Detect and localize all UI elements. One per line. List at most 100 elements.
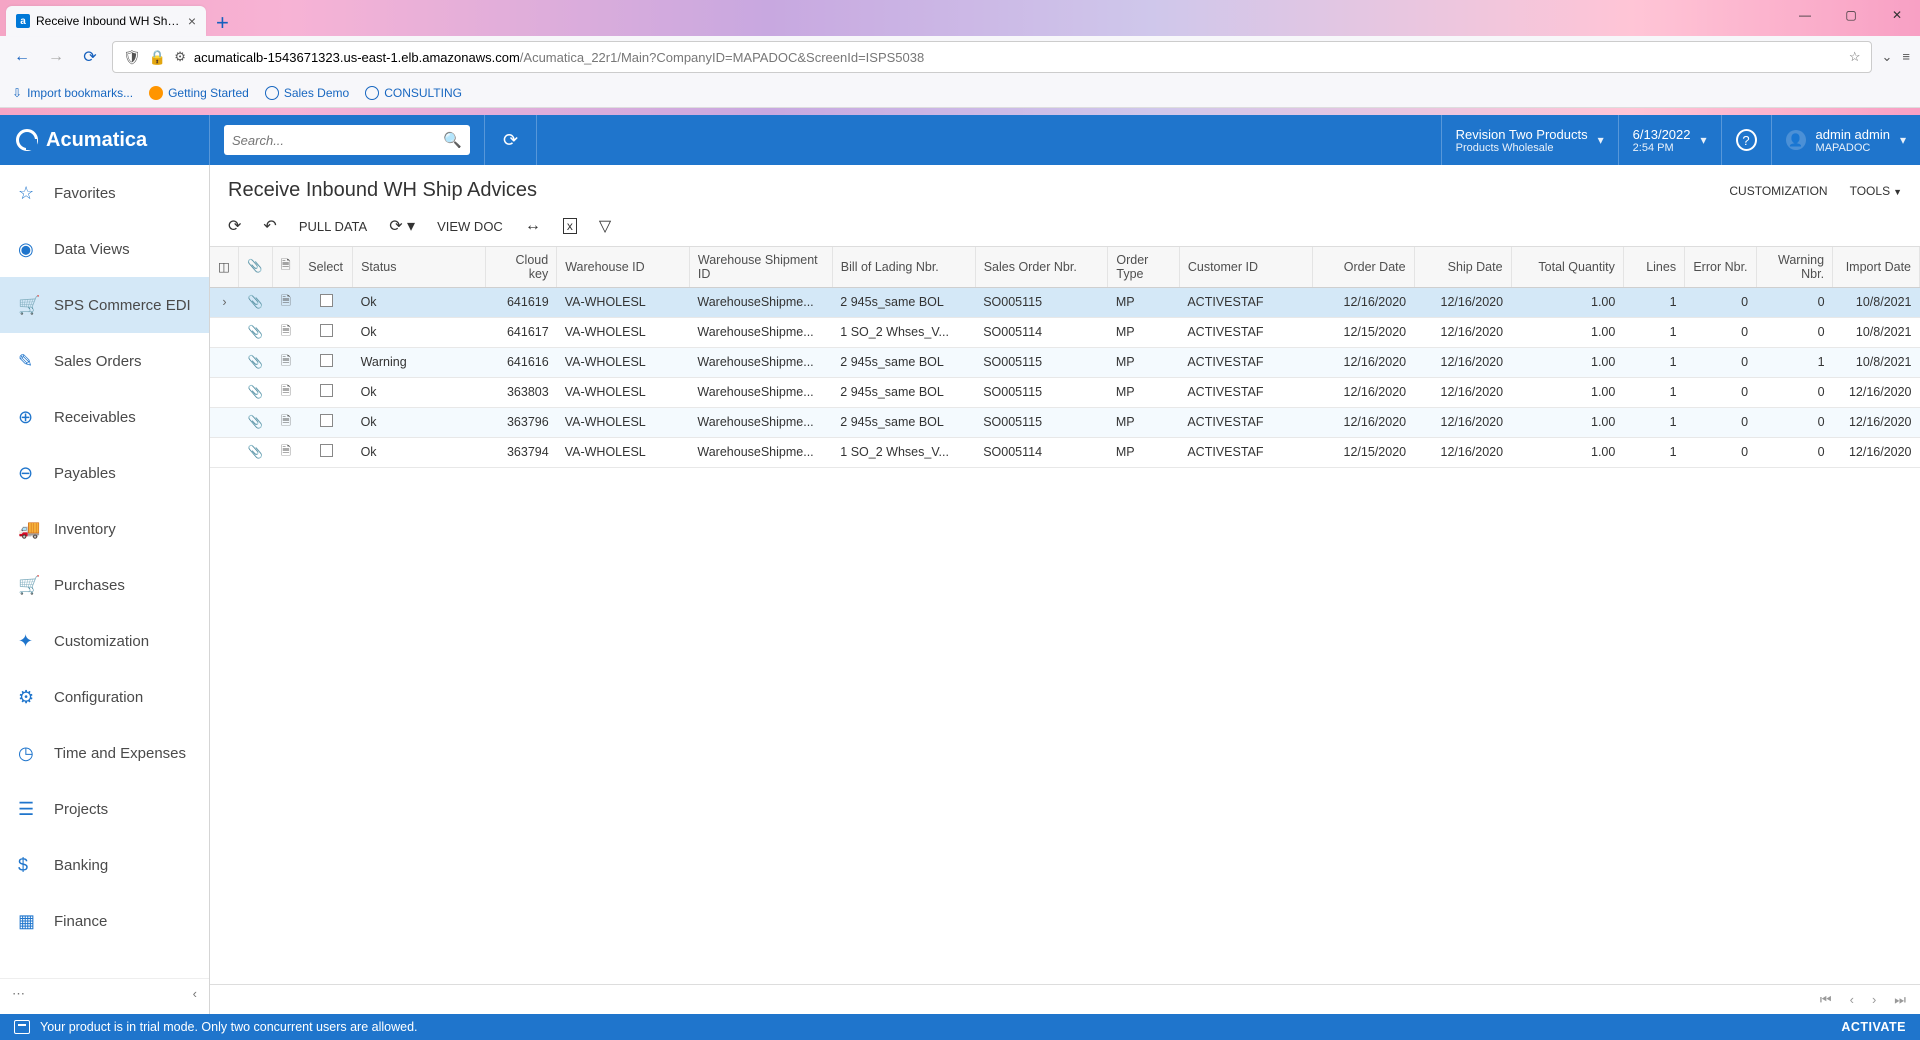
- tools-menu[interactable]: TOOLS▼: [1850, 184, 1902, 198]
- col-ship-date[interactable]: Ship Date: [1414, 247, 1511, 287]
- maximize-button[interactable]: ▢: [1828, 0, 1874, 30]
- sidebar-item-banking[interactable]: $Banking: [0, 837, 209, 893]
- sidebar-item-customization[interactable]: ✦Customization: [0, 613, 209, 669]
- activate-button[interactable]: ACTIVATE: [1841, 1020, 1906, 1034]
- row-indicator[interactable]: [210, 377, 239, 407]
- sidebar-item-time-and-expenses[interactable]: ◷Time and Expenses: [0, 725, 209, 781]
- col-customer[interactable]: Customer ID: [1179, 247, 1312, 287]
- new-tab-button[interactable]: +: [206, 10, 239, 36]
- pocket-icon[interactable]: ⌄: [1882, 49, 1893, 65]
- checkbox[interactable]: [320, 354, 333, 367]
- col-warning-nbr[interactable]: Warning Nbr.: [1756, 247, 1833, 287]
- attachment-cell[interactable]: 📎: [239, 347, 272, 377]
- attachment-cell[interactable]: 📎: [239, 317, 272, 347]
- checkbox[interactable]: [320, 324, 333, 337]
- checkbox[interactable]: [320, 444, 333, 457]
- select-cell[interactable]: [300, 407, 353, 437]
- select-cell[interactable]: [300, 377, 353, 407]
- business-date[interactable]: 6/13/2022 2:54 PM ▾: [1618, 115, 1721, 165]
- back-button[interactable]: ←: [10, 48, 34, 66]
- table-row[interactable]: 📎🗎Ok641617VA-WHOLESLWarehouseShipme...1 …: [210, 317, 1920, 347]
- bookmark-getting-started[interactable]: Getting Started: [149, 86, 249, 100]
- checkbox[interactable]: [320, 384, 333, 397]
- import-bookmarks-button[interactable]: ⇩Import bookmarks...: [12, 86, 133, 100]
- col-warehouse-id[interactable]: Warehouse ID: [557, 247, 690, 287]
- col-order-date[interactable]: Order Date: [1312, 247, 1414, 287]
- note-cell[interactable]: 🗎: [272, 437, 300, 467]
- col-wh-ship-id[interactable]: Warehouse Shipment ID: [689, 247, 832, 287]
- select-cell[interactable]: [300, 317, 353, 347]
- sidebar-item-payables[interactable]: ⊖Payables: [0, 445, 209, 501]
- sidebar-item-configuration[interactable]: ⚙Configuration: [0, 669, 209, 725]
- browser-tab[interactable]: a Receive Inbound WH Ship Advi ×: [6, 6, 206, 36]
- attachment-header[interactable]: 📎: [239, 247, 272, 287]
- col-status[interactable]: Status: [353, 247, 486, 287]
- sidebar-item-projects[interactable]: ☰Projects: [0, 781, 209, 837]
- bookmark-sales-demo[interactable]: Sales Demo: [265, 86, 349, 100]
- row-indicator[interactable]: [210, 407, 239, 437]
- bookmark-consulting[interactable]: CONSULTING: [365, 86, 462, 100]
- bookmark-star-icon[interactable]: ☆: [1849, 49, 1861, 65]
- forward-button[interactable]: →: [44, 48, 68, 66]
- row-indicator[interactable]: [210, 317, 239, 347]
- note-cell[interactable]: 🗎: [272, 407, 300, 437]
- undo-button[interactable]: ↶: [263, 216, 276, 236]
- sidebar-item-sps-commerce-edi[interactable]: 🛒SPS Commerce EDI: [0, 277, 209, 333]
- refresh-button[interactable]: ⟳: [228, 216, 241, 236]
- col-so[interactable]: Sales Order Nbr.: [975, 247, 1108, 287]
- tenant-selector[interactable]: Revision Two Products Products Wholesale…: [1441, 115, 1618, 165]
- hamburger-icon[interactable]: ≡: [1902, 49, 1910, 65]
- customization-link[interactable]: CUSTOMIZATION: [1729, 184, 1827, 198]
- search-box[interactable]: 🔍: [224, 125, 470, 155]
- note-header[interactable]: 🗎: [272, 247, 300, 287]
- attachment-cell[interactable]: 📎: [239, 437, 272, 467]
- select-cell[interactable]: [300, 287, 353, 317]
- close-window-button[interactable]: ✕: [1874, 0, 1920, 30]
- next-page-button[interactable]: ›: [1872, 992, 1876, 1007]
- col-import-date[interactable]: Import Date: [1833, 247, 1920, 287]
- col-bol[interactable]: Bill of Lading Nbr.: [832, 247, 975, 287]
- table-row[interactable]: 📎🗎Ok363803VA-WHOLESLWarehouseShipme...2 …: [210, 377, 1920, 407]
- sidebar-item-sales-orders[interactable]: ✎Sales Orders: [0, 333, 209, 389]
- row-indicator-header[interactable]: ◫: [210, 247, 239, 287]
- sidebar-item-purchases[interactable]: 🛒Purchases: [0, 557, 209, 613]
- select-cell[interactable]: [300, 347, 353, 377]
- table-row[interactable]: 📎🗎Ok363794VA-WHOLESLWarehouseShipme...1 …: [210, 437, 1920, 467]
- select-cell[interactable]: [300, 437, 353, 467]
- sidebar-item-inventory[interactable]: 🚚Inventory: [0, 501, 209, 557]
- col-lines[interactable]: Lines: [1623, 247, 1684, 287]
- reload-button[interactable]: ⟳: [78, 47, 102, 67]
- checkbox[interactable]: [320, 294, 333, 307]
- user-menu[interactable]: 👤 admin admin MAPADOC ▾: [1771, 115, 1920, 165]
- checkbox[interactable]: [320, 414, 333, 427]
- collapse-sidebar-button[interactable]: ‹: [193, 986, 197, 1001]
- last-page-button[interactable]: ⏭: [1894, 992, 1906, 1008]
- col-cloud-key[interactable]: Cloud key: [485, 247, 556, 287]
- header-refresh-button[interactable]: ⟳: [485, 115, 537, 165]
- attachment-cell[interactable]: 📎: [239, 407, 272, 437]
- url-bar[interactable]: 🛡 🔒 ⚙ acumaticalb-1543671323.us-east-1.e…: [112, 41, 1872, 73]
- row-indicator[interactable]: ›: [210, 287, 239, 317]
- minimize-button[interactable]: —: [1782, 0, 1828, 30]
- view-doc-button[interactable]: VIEW DOC: [437, 219, 503, 234]
- more-icon[interactable]: ⋯: [12, 986, 25, 1002]
- fit-columns-button[interactable]: ↔: [525, 217, 541, 235]
- process-dropdown[interactable]: ⟳ ▾: [389, 216, 415, 236]
- export-button[interactable]: x: [563, 218, 577, 234]
- sidebar-item-favorites[interactable]: ☆Favorites: [0, 165, 209, 221]
- attachment-cell[interactable]: 📎: [239, 377, 272, 407]
- sidebar-item-finance[interactable]: ▦Finance: [0, 893, 209, 949]
- close-icon[interactable]: ×: [188, 13, 196, 29]
- first-page-button[interactable]: ⏮: [1820, 992, 1832, 1008]
- note-cell[interactable]: 🗎: [272, 287, 300, 317]
- sidebar-item-receivables[interactable]: ⊕Receivables: [0, 389, 209, 445]
- logo[interactable]: Acumatica: [0, 115, 210, 165]
- row-indicator[interactable]: [210, 437, 239, 467]
- col-select[interactable]: Select: [300, 247, 353, 287]
- col-total-qty[interactable]: Total Quantity: [1511, 247, 1623, 287]
- col-order-type[interactable]: Order Type: [1108, 247, 1179, 287]
- table-row[interactable]: 📎🗎Ok363796VA-WHOLESLWarehouseShipme...2 …: [210, 407, 1920, 437]
- row-indicator[interactable]: [210, 347, 239, 377]
- col-error-nbr[interactable]: Error Nbr.: [1685, 247, 1756, 287]
- note-cell[interactable]: 🗎: [272, 317, 300, 347]
